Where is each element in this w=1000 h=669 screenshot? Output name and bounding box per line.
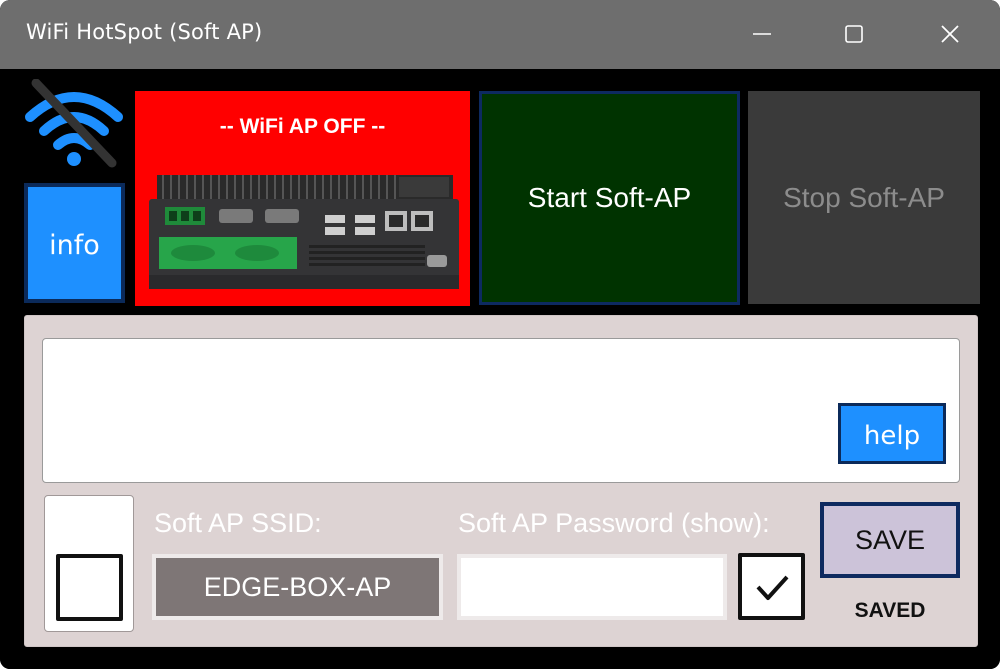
- log-output[interactable]: help: [42, 338, 960, 483]
- ap-status-panel: -- WiFi AP OFF --: [135, 91, 470, 306]
- start-soft-ap-button[interactable]: Start Soft-AP: [479, 91, 740, 305]
- info-button[interactable]: info: [24, 183, 125, 303]
- close-icon: [941, 25, 959, 43]
- app-window: WiFi HotSpot (Soft AP) info -- WiFi AP O…: [0, 0, 1000, 669]
- client-area: info -- WiFi AP OFF -- Start Soft-AP Sto…: [0, 69, 1000, 669]
- stop-soft-ap-button[interactable]: Stop Soft-AP: [748, 91, 980, 304]
- checkmark-icon: [756, 575, 788, 600]
- maximize-button[interactable]: [829, 12, 879, 56]
- ap-status-text: -- WiFi AP OFF --: [219, 115, 386, 138]
- autostart-box: [44, 495, 134, 632]
- edge-box-device-image: [149, 175, 459, 289]
- minimize-button[interactable]: [737, 12, 787, 56]
- wifi-off-icon: [25, 79, 123, 168]
- config-panel: help Soft AP SSID: EDGE-BOX-AP Soft AP P…: [24, 315, 978, 647]
- window-title: WiFi HotSpot (Soft AP): [26, 20, 263, 44]
- minimize-icon: [753, 33, 771, 35]
- password-label: Soft AP Password (show):: [458, 508, 770, 538]
- maximize-icon: [845, 25, 863, 43]
- title-bar[interactable]: WiFi HotSpot (Soft AP): [0, 0, 1000, 69]
- show-password-checkbox[interactable]: [738, 553, 805, 620]
- ssid-field[interactable]: EDGE-BOX-AP: [152, 554, 443, 620]
- save-button[interactable]: SAVE: [820, 502, 960, 578]
- saved-status: SAVED: [854, 599, 926, 622]
- ssid-label: Soft AP SSID:: [154, 508, 322, 538]
- close-button[interactable]: [925, 12, 975, 56]
- autostart-checkbox[interactable]: [56, 554, 123, 621]
- help-button[interactable]: help: [838, 403, 946, 464]
- password-field[interactable]: [457, 554, 727, 620]
